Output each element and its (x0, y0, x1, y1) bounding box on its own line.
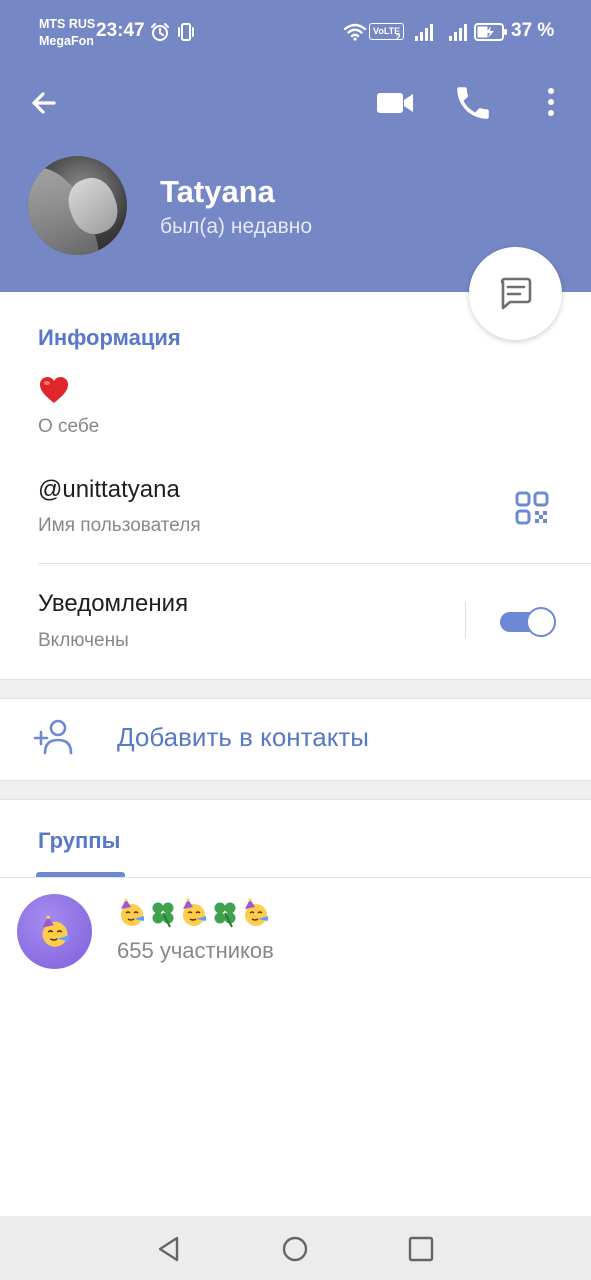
vibrate-icon (178, 23, 194, 41)
bio-caption: О себе (38, 416, 100, 437)
signal-strength-icon (415, 24, 433, 41)
phone-call-icon[interactable] (452, 82, 494, 124)
group-avatar (17, 894, 92, 969)
notifications-status: Включены (38, 630, 129, 651)
status-bar: MTS RUS MegaFon 23:47 VoLTE 2 37 % (0, 0, 591, 66)
partying-face-emoji-icon (183, 898, 206, 926)
battery-level: 37 % (511, 20, 555, 41)
info-section-title: Информация (38, 325, 181, 350)
carrier-name-2: MegaFon (39, 34, 94, 48)
tabs-divider (0, 877, 591, 878)
partying-face-emoji-icon (42, 915, 69, 947)
username-value[interactable]: @unittatyana (38, 476, 180, 504)
toggle-knob (526, 607, 556, 637)
section-gap (0, 780, 591, 800)
four-leaf-clover-emoji-icon (152, 902, 174, 928)
add-to-contacts-button[interactable]: Добавить в контакты (0, 699, 591, 780)
chat-bubble-icon (500, 277, 531, 309)
group-list-item[interactable]: 655 участников (0, 880, 591, 980)
video-call-icon[interactable] (372, 82, 418, 124)
more-options-icon[interactable] (536, 82, 566, 124)
signal-strength-icon-2 (449, 24, 467, 41)
vertical-separator (465, 602, 466, 638)
qr-code-icon[interactable] (514, 490, 550, 526)
add-to-contacts-label: Добавить в контакты (117, 722, 369, 752)
carrier-info: MTS RUS MegaFon (39, 16, 95, 50)
battery-charging-icon (474, 23, 507, 41)
back-arrow-icon[interactable] (24, 82, 66, 124)
partying-face-emoji-icon (245, 898, 268, 926)
profile-name: Tatyana (160, 174, 275, 209)
profile-avatar[interactable] (28, 156, 127, 255)
send-message-button[interactable] (469, 247, 562, 340)
group-title (117, 898, 271, 928)
group-member-count: 655 участников (117, 938, 274, 963)
nav-home-icon[interactable] (280, 1234, 310, 1264)
tab-groups[interactable]: Группы (38, 828, 120, 854)
volte-sim-index: 2 (396, 33, 401, 42)
row-divider (38, 563, 591, 564)
alarm-icon (151, 23, 169, 41)
wifi-icon (343, 23, 367, 41)
notifications-title[interactable]: Уведомления (38, 590, 188, 618)
notifications-toggle[interactable] (500, 607, 556, 637)
nav-back-icon[interactable] (154, 1234, 184, 1264)
carrier-name-1: MTS RUS (39, 17, 96, 31)
heart-emoji-icon (40, 377, 68, 403)
username-caption: Имя пользователя (38, 515, 201, 536)
system-navigation-bar (0, 1216, 591, 1280)
profile-last-seen: был(а) недавно (160, 215, 313, 238)
status-time: 23:47 (96, 20, 145, 41)
nav-recents-icon[interactable] (406, 1234, 436, 1264)
section-gap (0, 679, 591, 699)
partying-face-emoji-icon (121, 898, 144, 926)
four-leaf-clover-emoji-icon (214, 902, 236, 928)
add-person-icon (33, 719, 73, 755)
